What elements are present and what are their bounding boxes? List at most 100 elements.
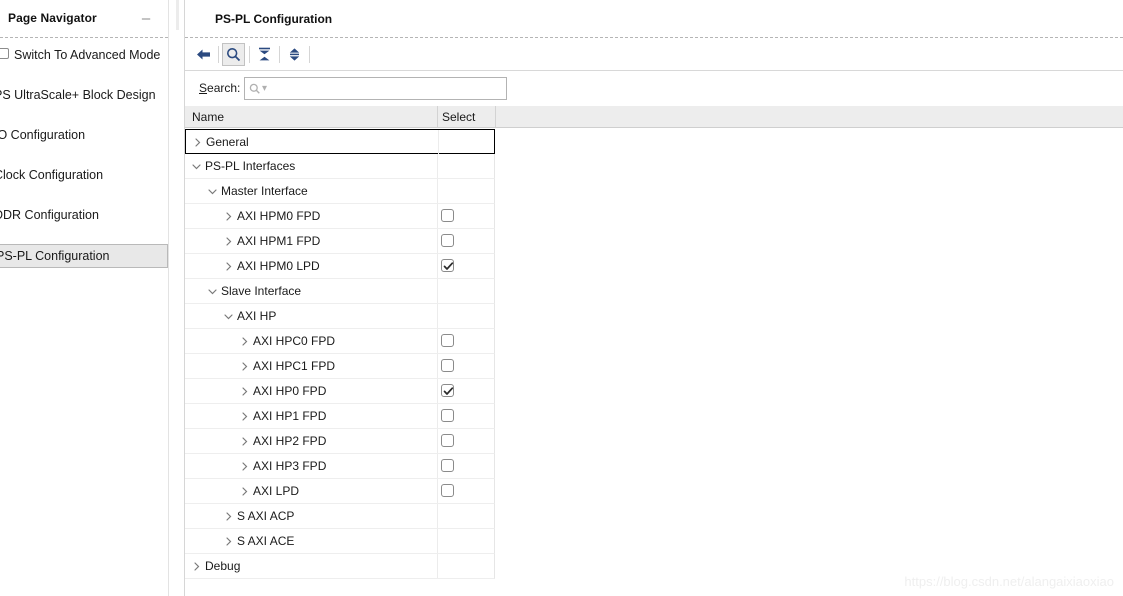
sidebar-item-label: /O Configuration <box>0 128 86 142</box>
chevron-right-icon[interactable] <box>238 435 250 448</box>
chevron-right-icon[interactable] <box>238 410 250 423</box>
advanced-mode-checkbox[interactable] <box>0 48 9 59</box>
table-row[interactable]: AXI HPM0 FPD <box>185 204 495 229</box>
sidebar-item-clock-configuration[interactable]: Clock Configuration <box>0 164 168 186</box>
chevron-right-icon[interactable] <box>222 260 234 273</box>
tree-node-label: General <box>206 135 249 149</box>
table-row[interactable]: Master Interface <box>185 179 495 204</box>
chevron-right-icon[interactable] <box>191 136 203 149</box>
select-checkbox[interactable] <box>441 409 454 422</box>
search-input[interactable]: ▾ <box>244 77 507 100</box>
chevron-down-icon[interactable] <box>206 185 218 198</box>
page-navigator-item-list: Switch To Advanced Mode PS UltraScale+ Bl… <box>0 44 168 286</box>
cell-divider <box>437 179 438 203</box>
table-row[interactable]: AXI HP3 FPD <box>185 454 495 479</box>
select-checkbox[interactable] <box>441 484 454 497</box>
table-row[interactable]: General <box>185 129 495 154</box>
table-row[interactable]: S AXI ACE <box>185 529 495 554</box>
table-row[interactable]: Slave Interface <box>185 279 495 304</box>
back-arrow-icon <box>197 49 210 60</box>
search-bar: Search: ▾ <box>185 71 1123 106</box>
chevron-right-icon[interactable] <box>238 485 250 498</box>
table-row[interactable]: S AXI ACP <box>185 504 495 529</box>
table-row[interactable]: AXI HPC1 FPD <box>185 354 495 379</box>
navigator-divider <box>0 37 168 38</box>
chevron-right-icon[interactable] <box>222 535 234 548</box>
column-divider-1[interactable] <box>437 106 438 127</box>
chevron-right-icon[interactable] <box>238 460 250 473</box>
expand-all-button[interactable] <box>283 43 306 66</box>
table-row[interactable]: PS-PL Interfaces <box>185 154 495 179</box>
tree-node-label: S AXI ACP <box>237 509 295 523</box>
search-toggle-button[interactable] <box>222 43 245 66</box>
minimize-icon[interactable]: – <box>138 10 154 26</box>
search-label: Search: <box>199 81 240 95</box>
tree-node-label: AXI HPM0 FPD <box>237 209 321 223</box>
table-row[interactable]: AXI HP1 FPD <box>185 404 495 429</box>
sidebar-item-o-configuration[interactable]: /O Configuration <box>0 124 168 146</box>
select-checkbox[interactable] <box>441 234 454 247</box>
select-checkbox[interactable] <box>441 459 454 472</box>
cell-divider <box>437 304 438 328</box>
select-checkbox[interactable] <box>441 384 454 397</box>
chevron-right-icon[interactable] <box>222 235 234 248</box>
sidebar-item-ps-ultrascale-block-design[interactable]: PS UltraScale+ Block Design <box>0 84 168 106</box>
column-header-select[interactable]: Select <box>442 110 475 124</box>
sidebar-item-ps-pl-configuration[interactable]: PS-PL Configuration <box>0 244 168 268</box>
search-icon <box>226 47 241 62</box>
chevron-right-icon[interactable] <box>190 560 202 573</box>
search-dropdown-caret-icon[interactable]: ▾ <box>262 83 267 94</box>
chevron-down-icon[interactable] <box>190 160 202 173</box>
watermark: https://blog.csdn.net/alangaixiaoxiao <box>904 574 1114 589</box>
chevron-right-icon[interactable] <box>222 210 234 223</box>
chevron-right-icon[interactable] <box>222 510 234 523</box>
cell-divider <box>437 279 438 303</box>
column-divider-2[interactable] <box>495 106 496 127</box>
cell-divider <box>437 504 438 528</box>
collapse-all-button[interactable] <box>253 43 276 66</box>
table-row[interactable]: AXI HPC0 FPD <box>185 329 495 354</box>
select-checkbox[interactable] <box>441 334 454 347</box>
sidebar-item-switch-to-advanced-mode[interactable]: Switch To Advanced Mode <box>0 44 168 66</box>
toolbar-divider-3 <box>279 46 280 63</box>
sidebar-item-label: PS-PL Configuration <box>0 249 110 263</box>
tree-node-label: PS-PL Interfaces <box>205 159 296 173</box>
column-header-name[interactable]: Name <box>192 110 224 124</box>
table-row[interactable]: AXI LPD <box>185 479 495 504</box>
tree-node-label: AXI HP1 FPD <box>253 409 327 423</box>
sidebar-item-ddr-configuration[interactable]: DDR Configuration <box>0 204 168 226</box>
select-checkbox[interactable] <box>441 434 454 447</box>
tree-node-label: Debug <box>205 559 241 573</box>
chevron-right-icon[interactable] <box>238 360 250 373</box>
sidebar-item-label: Clock Configuration <box>0 168 104 182</box>
chevron-down-icon[interactable] <box>222 310 234 323</box>
cell-divider <box>437 479 438 503</box>
select-checkbox[interactable] <box>441 359 454 372</box>
collapse-all-icon <box>259 47 270 61</box>
select-checkbox[interactable] <box>441 259 454 272</box>
ps-pl-configuration-panel: PS-PL Configuration Search: ▾ Name Selec… <box>185 0 1123 596</box>
back-arrow-button[interactable] <box>192 43 215 66</box>
table-header-row: Name Select <box>185 106 1123 128</box>
cell-divider <box>437 229 438 253</box>
table-row[interactable]: AXI HPM1 FPD <box>185 229 495 254</box>
panel-splitter[interactable] <box>168 0 185 596</box>
cell-divider <box>437 329 438 353</box>
splitter-grip[interactable] <box>176 0 179 30</box>
chevron-down-icon[interactable] <box>206 285 218 298</box>
table-row[interactable]: Debug <box>185 554 495 579</box>
select-checkbox[interactable] <box>441 209 454 222</box>
tree-node-label: Master Interface <box>221 184 308 198</box>
tree-toolbar <box>185 38 1123 71</box>
table-row[interactable]: AXI HPM0 LPD <box>185 254 495 279</box>
vivado-ps-pl-configuration-window: Page Navigator – Switch To Advanced Mode… <box>0 0 1123 596</box>
chevron-right-icon[interactable] <box>238 385 250 398</box>
toolbar-divider-4 <box>309 46 310 63</box>
table-row[interactable]: AXI HP2 FPD <box>185 429 495 454</box>
table-row[interactable]: AXI HP <box>185 304 495 329</box>
cell-divider <box>437 404 438 428</box>
table-row[interactable]: AXI HP0 FPD <box>185 379 495 404</box>
tree-node-label: AXI HPM1 FPD <box>237 234 321 248</box>
chevron-right-icon[interactable] <box>238 335 250 348</box>
cell-divider <box>437 204 438 228</box>
